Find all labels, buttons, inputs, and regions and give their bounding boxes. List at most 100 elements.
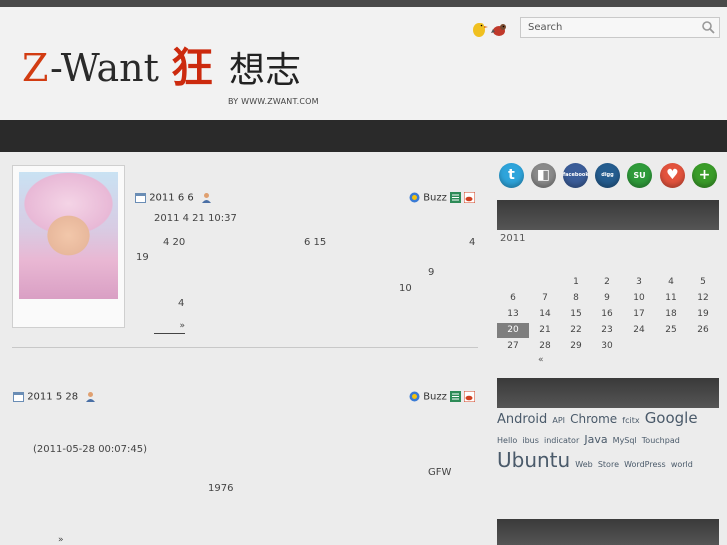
post1-line: 10 (399, 283, 412, 294)
author-icon[interactable] (201, 192, 212, 203)
post1-share: Buzz (409, 192, 476, 204)
tag-link[interactable]: WordPress (624, 460, 666, 469)
calendar-day[interactable]: 9 (591, 291, 623, 306)
search-icon[interactable] (701, 20, 715, 34)
post-thumbnail[interactable] (12, 165, 125, 328)
calendar-day[interactable]: 24 (623, 323, 655, 338)
tag-link[interactable]: MySql (613, 436, 637, 445)
calendar-day[interactable]: 17 (623, 307, 655, 322)
logo-rest[interactable]: 想志 (229, 53, 301, 89)
calendar-day[interactable]: 3 (623, 275, 655, 290)
post2-line: (2011-05-28 00:07:45) (33, 444, 148, 455)
bird-red-icon[interactable] (491, 19, 509, 39)
favorite-label: ♥ (666, 167, 679, 183)
search-box[interactable]: Search (520, 17, 720, 38)
tag-cloud: Android API Chrome fcitx Google Hello ib… (497, 408, 722, 473)
calendar-day[interactable]: 15 (560, 307, 592, 322)
tag-link[interactable]: ibus (522, 436, 539, 445)
calendar-icon (13, 392, 24, 402)
tag-link[interactable]: Ubuntu (497, 448, 570, 472)
calendar-prev-link[interactable]: « (538, 355, 544, 365)
post1-line: 6 15 (304, 237, 327, 248)
calendar-day[interactable]: 28 (529, 339, 561, 354)
tag-link[interactable]: Chrome (570, 412, 617, 426)
tag-link[interactable]: Hello (497, 436, 517, 445)
weibo-icon[interactable] (464, 391, 476, 402)
calendar-day[interactable]: 19 (687, 307, 719, 322)
calendar-day[interactable]: 27 (497, 339, 529, 354)
favorite-icon[interactable]: ♥ (660, 163, 685, 188)
calendar-day[interactable]: 30 (591, 339, 623, 354)
calendar-day[interactable]: 8 (560, 291, 592, 306)
share-green-icon[interactable] (450, 192, 462, 203)
tag-link[interactable]: world (671, 460, 693, 469)
post2-meta: 2011 5 28 (13, 391, 96, 403)
calendar-day[interactable]: 2 (591, 275, 623, 290)
add-icon[interactable]: + (692, 163, 717, 188)
calendar-day[interactable]: 13 (497, 307, 529, 322)
calendar-day[interactable]: 25 (655, 323, 687, 338)
post1-line: 4 20 (163, 237, 186, 248)
logo-letter[interactable]: Z (22, 49, 48, 87)
weibo-icon[interactable] (464, 192, 476, 203)
tag-link[interactable]: indicator (544, 436, 579, 445)
author-icon[interactable] (85, 391, 96, 402)
post2-read-more[interactable]: » (58, 535, 64, 545)
tag-link[interactable]: Google (645, 409, 698, 427)
calendar-day[interactable]: 6 (497, 291, 529, 306)
logo-want[interactable]: -Want (50, 49, 159, 87)
calendar-day[interactable]: 22 (560, 323, 592, 338)
digg-icon[interactable]: digg (595, 163, 620, 188)
twitter-icon[interactable]: t (499, 163, 524, 188)
calendar-day[interactable]: 5 (687, 275, 719, 290)
top-strip (0, 0, 727, 7)
search-input[interactable]: Search (528, 22, 562, 33)
bird-yellow-icon[interactable] (470, 19, 488, 39)
calendar-day[interactable]: 16 (591, 307, 623, 322)
widget-header (497, 519, 719, 545)
calendar-day[interactable]: 20 (497, 323, 529, 338)
calendar-day[interactable]: 23 (591, 323, 623, 338)
stumbleupon-icon[interactable]: SU (627, 163, 652, 188)
twitter-label: t (508, 167, 515, 183)
tag-link[interactable]: Java (584, 433, 607, 446)
tag-link[interactable]: fcitx (622, 416, 639, 425)
post1-line: 4 (178, 298, 185, 309)
buzz-icon[interactable] (409, 391, 420, 402)
post1-line: 9 (428, 267, 435, 278)
calendar-day[interactable]: 18 (655, 307, 687, 322)
tag-link[interactable]: API (552, 416, 565, 425)
post2-line: 1976 (208, 483, 234, 494)
buzz-icon[interactable] (409, 192, 420, 203)
post2-buzz[interactable]: Buzz (423, 392, 447, 403)
calendar-day[interactable]: 7 (529, 291, 561, 306)
calendar-day[interactable]: 12 (687, 291, 719, 306)
add-label: + (698, 167, 711, 183)
logo-byline: BY WWW.ZWANT.COM (228, 97, 319, 106)
post2-line: GFW (428, 467, 452, 478)
calendar-year: 2011 (500, 233, 526, 244)
calendar-day[interactable]: 26 (687, 323, 719, 338)
calendar-day[interactable]: 1 (560, 275, 592, 290)
facebook-icon[interactable]: facebook (563, 163, 589, 188)
calendar-day[interactable]: 29 (560, 339, 592, 354)
calendar-day[interactable]: 4 (655, 275, 687, 290)
delicious-icon[interactable]: ◧ (531, 163, 556, 188)
calendar-day[interactable]: 11 (655, 291, 687, 306)
calendar-day[interactable]: 14 (529, 307, 561, 322)
logo-kuang[interactable]: 狂 (171, 47, 213, 89)
post1-read-more[interactable]: » (154, 321, 185, 334)
nav-bar (0, 120, 727, 152)
tags-widget-header (497, 378, 719, 408)
tag-link[interactable]: Web (575, 460, 592, 469)
tag-link[interactable]: Touchpad (642, 436, 680, 445)
delicious-label: ◧ (536, 167, 551, 183)
tag-link[interactable]: Store (598, 460, 619, 469)
post1-line: 19 (136, 252, 149, 263)
post1-buzz[interactable]: Buzz (423, 193, 447, 204)
calendar-day[interactable]: 10 (623, 291, 655, 306)
tag-link[interactable]: Android (497, 412, 547, 427)
digg-label: digg (601, 172, 614, 178)
calendar-day[interactable]: 21 (529, 323, 561, 338)
share-green-icon[interactable] (450, 391, 462, 402)
